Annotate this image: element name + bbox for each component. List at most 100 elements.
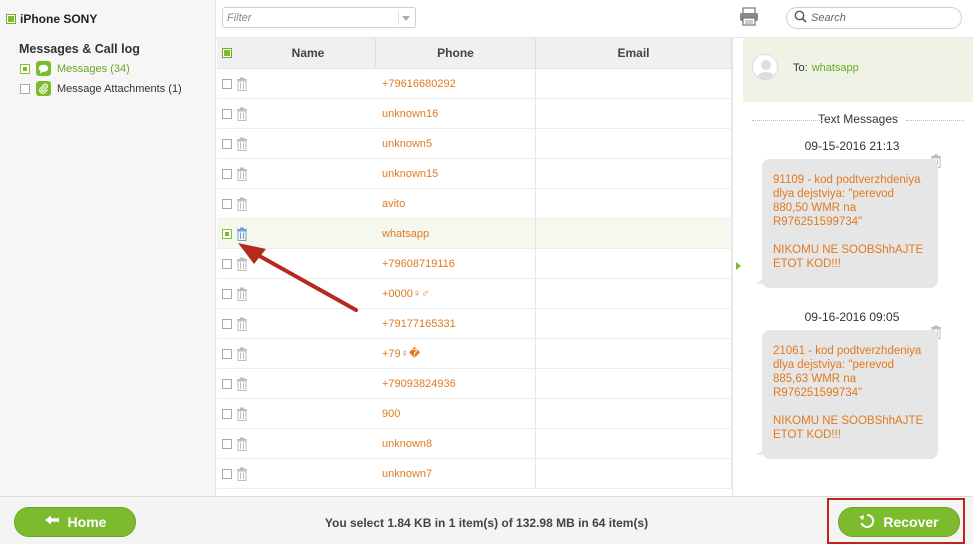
table-body: +79616680292 unknown16 unknown5 unknown15 av… [217, 69, 732, 489]
chat-bubble-icon [36, 61, 51, 76]
paperclip-icon [36, 81, 51, 96]
phone-cell: +79616680292 [376, 69, 536, 98]
phone-cell: +0000♀♂ [376, 279, 536, 308]
back-arrow-icon [44, 514, 60, 530]
chevron-down-icon[interactable] [398, 11, 412, 25]
sidebar-item-attachments[interactable]: Message Attachments (1) [20, 81, 182, 96]
row-checkbox[interactable] [222, 198, 232, 209]
column-header-email[interactable]: Email [536, 38, 732, 68]
row-checkbox[interactable] [222, 438, 232, 449]
phone-cell: +79093824936 [376, 369, 536, 398]
trash-icon[interactable] [236, 107, 248, 121]
table-row[interactable]: avito [217, 189, 732, 219]
phone-cell: +79♀� [376, 339, 536, 368]
table-row[interactable]: unknown5 [217, 129, 732, 159]
column-header-phone[interactable]: Phone [376, 38, 536, 68]
email-cell [536, 129, 732, 158]
row-checkbox[interactable] [222, 78, 232, 89]
table-row[interactable]: +79616680292 [217, 69, 732, 99]
row-checkbox[interactable] [222, 138, 232, 149]
row-checkbox[interactable] [222, 408, 232, 419]
table-row[interactable]: unknown15 [217, 159, 732, 189]
phone-cell: unknown8 [376, 429, 536, 458]
table-row[interactable]: unknown16 [217, 99, 732, 129]
sidebar-item-label: Message Attachments (1) [57, 82, 182, 95]
printer-icon[interactable] [738, 7, 760, 27]
message-detail-panel: To: whatsapp Text Messages 09-15-2016 21:… [732, 38, 973, 496]
row-checkbox[interactable] [222, 288, 232, 299]
app-window: iPhone SONY Messages & Call log Messages… [0, 0, 973, 544]
table-row[interactable]: +79093824936 [217, 369, 732, 399]
panel-divider[interactable] [732, 38, 743, 496]
table-row[interactable]: 900 [217, 399, 732, 429]
search-box[interactable] [786, 7, 962, 29]
row-checkbox[interactable] [222, 378, 232, 389]
expand-arrow-icon[interactable] [736, 262, 741, 270]
row-checkbox[interactable] [222, 258, 232, 269]
phone-cell: +79177165331 [376, 309, 536, 338]
table-row[interactable]: +79608719116 [217, 249, 732, 279]
row-select-cell [217, 99, 376, 128]
table-row[interactable]: unknown7 [217, 459, 732, 489]
row-checkbox[interactable] [222, 228, 232, 239]
row-checkbox[interactable] [222, 108, 232, 119]
row-select-cell [217, 309, 376, 338]
table-row[interactable]: +79177165331 [217, 309, 732, 339]
row-checkbox[interactable] [222, 348, 232, 359]
phone-cell: +79608719116 [376, 249, 536, 278]
recover-button[interactable]: Recover [838, 507, 960, 537]
trash-icon[interactable] [236, 227, 248, 241]
sidebar-item-messages[interactable]: Messages (34) [20, 61, 130, 76]
phone-cell: 900 [376, 399, 536, 428]
attachments-checkbox[interactable] [20, 83, 30, 94]
row-checkbox[interactable] [222, 318, 232, 329]
footer-bar: Home You select 1.84 KB in 1 item(s) of … [0, 496, 973, 544]
trash-icon[interactable] [236, 317, 248, 331]
trash-icon[interactable] [236, 437, 248, 451]
row-checkbox[interactable] [222, 168, 232, 179]
messages-checkbox[interactable] [20, 63, 30, 74]
row-select-cell [217, 399, 376, 428]
search-input[interactable] [811, 9, 951, 27]
trash-icon[interactable] [236, 347, 248, 361]
phone-cell: unknown7 [376, 459, 536, 488]
message-bubble: 91109 - kod podtverzhdeniya dlya dejstvi… [756, 159, 938, 288]
email-cell [536, 219, 732, 248]
trash-icon[interactable] [236, 77, 248, 91]
email-cell [536, 69, 732, 98]
column-header-name[interactable]: Name [241, 38, 376, 68]
filter-input[interactable] [223, 8, 393, 27]
select-all-checkbox[interactable] [222, 48, 232, 58]
trash-icon[interactable] [236, 467, 248, 481]
recover-button-label: Recover [883, 514, 939, 530]
contacts-table: Name Phone Email +79616680292 unknown16 un… [217, 38, 732, 496]
selection-status: You select 1.84 KB in 1 item(s) of 132.9… [324, 516, 649, 530]
trash-icon[interactable] [236, 197, 248, 211]
table-row[interactable]: +0000♀♂ [217, 279, 732, 309]
table-row[interactable]: +79♀� [217, 339, 732, 369]
trash-icon[interactable] [236, 287, 248, 301]
row-checkbox[interactable] [222, 468, 232, 479]
email-cell [536, 99, 732, 128]
device-checkbox[interactable] [6, 14, 16, 24]
email-cell [536, 279, 732, 308]
table-row[interactable]: whatsapp [217, 219, 732, 249]
message-date: 09-15-2016 21:13 [804, 139, 900, 153]
filter-combobox[interactable] [222, 7, 416, 28]
phone-cell: whatsapp [376, 219, 536, 248]
row-select-cell [217, 219, 376, 248]
select-all-cell[interactable] [217, 38, 241, 68]
home-button[interactable]: Home [14, 507, 136, 537]
trash-icon[interactable] [236, 257, 248, 271]
trash-icon[interactable] [236, 137, 248, 151]
trash-icon[interactable] [236, 377, 248, 391]
email-cell [536, 399, 732, 428]
table-row[interactable]: unknown8 [217, 429, 732, 459]
section-title: Messages & Call log [19, 42, 140, 56]
trash-icon[interactable] [236, 407, 248, 421]
device-item[interactable]: iPhone SONY [6, 12, 97, 26]
trash-icon[interactable] [236, 167, 248, 181]
message-date: 09-16-2016 09:05 [804, 310, 900, 324]
email-cell [536, 459, 732, 488]
row-select-cell [217, 159, 376, 188]
